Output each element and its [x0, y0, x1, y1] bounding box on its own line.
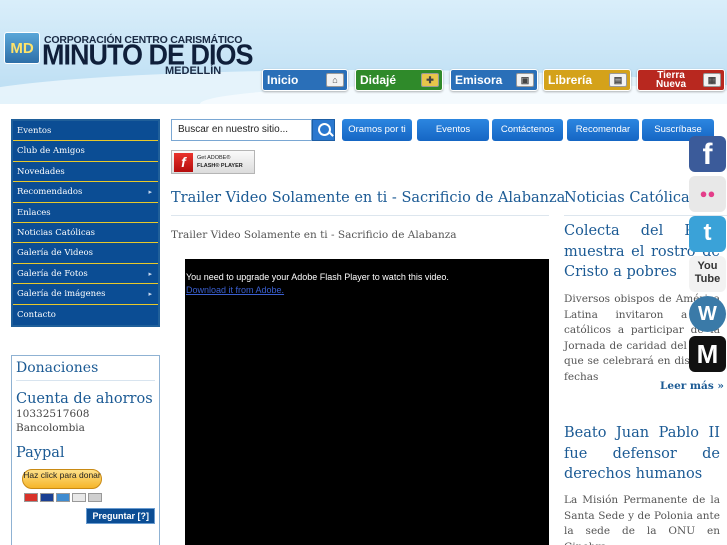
flash-line2: FLASH® PLAYER: [197, 163, 243, 169]
news-article-body: La Misión Permanente de la Santa Sede y …: [564, 494, 720, 545]
topnav-didaje[interactable]: Didajé ✚: [355, 69, 443, 91]
twitter-icon[interactable]: t: [689, 216, 726, 252]
topnav-emisora[interactable]: Emisora ▣: [450, 69, 538, 91]
topnav-label: Didajé: [360, 73, 397, 87]
sidebar-item-label: Galería de Fotos: [17, 268, 88, 279]
wordpress-icon[interactable]: W: [689, 296, 726, 332]
home-icon: ⌂: [326, 73, 344, 87]
card-logos: [24, 493, 155, 502]
nav-oramos-por-ti[interactable]: Oramos por ti: [342, 119, 412, 141]
radio-icon: ▣: [516, 73, 534, 87]
topnav-tierra-nueva[interactable]: Tierra Nueva ▦: [637, 69, 725, 91]
sidebar-item-novedades[interactable]: Novedades: [13, 161, 158, 183]
account-number: 10332517608: [16, 408, 90, 420]
get-flash-player-badge[interactable]: f Get ADOBE® FLASH® PLAYER: [171, 150, 255, 174]
sidebar-item-label: Noticias Católicas: [17, 227, 96, 238]
donations-title: Donaciones: [16, 360, 155, 381]
site-header: MD CORPORACIÓN CENTRO CARISMÁTICO MINUTO…: [0, 0, 727, 104]
book-icon: ▤: [609, 73, 627, 87]
flash-upgrade-message: You need to upgrade your Adobe Flash Pla…: [186, 272, 449, 282]
topnav-label: Emisora: [455, 73, 503, 87]
flash-icon: f: [174, 153, 193, 172]
video-player[interactable]: You need to upgrade your Adobe Flash Pla…: [185, 259, 549, 545]
amex-icon: [56, 493, 70, 502]
chevron-right-icon: ▸: [148, 188, 152, 197]
sidebar-item-contacto[interactable]: Contacto: [13, 304, 158, 325]
sidebar-item-label: Recomendados: [17, 187, 83, 198]
ask-button[interactable]: Preguntar [?]: [86, 508, 155, 524]
discover-icon: [72, 493, 86, 502]
search-input[interactable]: Buscar en nuestro sitio...: [171, 119, 312, 141]
topnav-libreria[interactable]: Librería ▤: [543, 69, 631, 91]
search-icon[interactable]: [312, 119, 335, 141]
image-icon: ▦: [703, 73, 721, 87]
sidebar-item-recomendados[interactable]: Recomendados ▸: [13, 182, 158, 203]
topnav-inicio[interactable]: Inicio ⌂: [262, 69, 348, 91]
sidebar-item-club-de-amigos[interactable]: Club de Amigos: [13, 141, 158, 162]
youtube-icon[interactable]: You Tube: [689, 256, 726, 292]
news-section-title: Noticias Católicas: [564, 190, 698, 206]
sidebar-item-noticias-catolicas[interactable]: Noticias Católicas: [13, 222, 158, 244]
sidebar-item-label: Galería de Videos: [17, 248, 93, 259]
flash-line1: Get ADOBE®: [197, 155, 231, 161]
sidebar-item-label: Club de Amigos: [17, 146, 85, 157]
news-article-title[interactable]: Beato Juan Pablo II fue defensor de dere…: [564, 423, 720, 485]
sidebar-item-label: Contacto: [17, 309, 56, 320]
chevron-right-icon: ▸: [148, 269, 152, 278]
sidebar-item-label: Galería de imágenes: [17, 289, 106, 300]
topnav-label: Tierra Nueva: [655, 70, 686, 90]
sidebar-item-galeria-de-fotos[interactable]: Galería de Fotos ▸: [13, 263, 158, 285]
facebook-icon[interactable]: f: [689, 136, 726, 172]
paypal-title: Paypal: [16, 445, 65, 461]
bank-icon: [88, 493, 102, 502]
sidebar-menu: Eventos Club de Amigos Novedades Recomen…: [11, 119, 160, 327]
visa-icon: [40, 493, 54, 502]
sidebar-item-galeria-de-videos[interactable]: Galería de Videos: [13, 243, 158, 264]
flickr-icon[interactable]: ●●: [689, 176, 726, 212]
topnav-label: Inicio: [267, 73, 299, 87]
cross-icon: ✚: [421, 73, 439, 87]
logo-icon[interactable]: MD: [4, 32, 40, 64]
nav-recomendar[interactable]: Recomendar: [567, 119, 639, 141]
donations-box: Donaciones Cuenta de ahorros 10332517608…: [11, 355, 160, 545]
account-title: Cuenta de ahorros: [16, 391, 153, 407]
sidebar-item-enlaces[interactable]: Enlaces: [13, 202, 158, 223]
logo-city: MEDELLÍN: [165, 65, 222, 77]
bank-name: Bancolombia: [16, 422, 85, 434]
page-title: Trailer Video Solamente en ti - Sacrific…: [171, 190, 566, 206]
sidebar-item-label: Enlaces: [17, 207, 51, 218]
flash-download-link[interactable]: Download it from Adobe.: [186, 285, 284, 295]
mastercard-icon: [24, 493, 38, 502]
sidebar-item-galeria-de-imagenes[interactable]: Galería de imágenes ▸: [13, 284, 158, 305]
page-subtitle: Trailer Video Solamente en ti - Sacrific…: [171, 229, 457, 241]
read-more-link[interactable]: Leer más »: [660, 380, 724, 392]
paypal-donate-button[interactable]: Haz click para donar: [22, 469, 102, 489]
sidebar-item-label: Novedades: [17, 166, 65, 177]
sidebar-item-eventos[interactable]: Eventos: [13, 121, 158, 142]
divider: [171, 215, 549, 216]
nav-contactenos[interactable]: Contáctenos: [492, 119, 563, 141]
sidebar-item-label: Eventos: [17, 126, 52, 136]
gmail-icon[interactable]: M: [689, 336, 726, 372]
nav-eventos[interactable]: Eventos: [417, 119, 489, 141]
topnav-label: Librería: [548, 73, 593, 87]
chevron-right-icon: ▸: [148, 290, 152, 299]
